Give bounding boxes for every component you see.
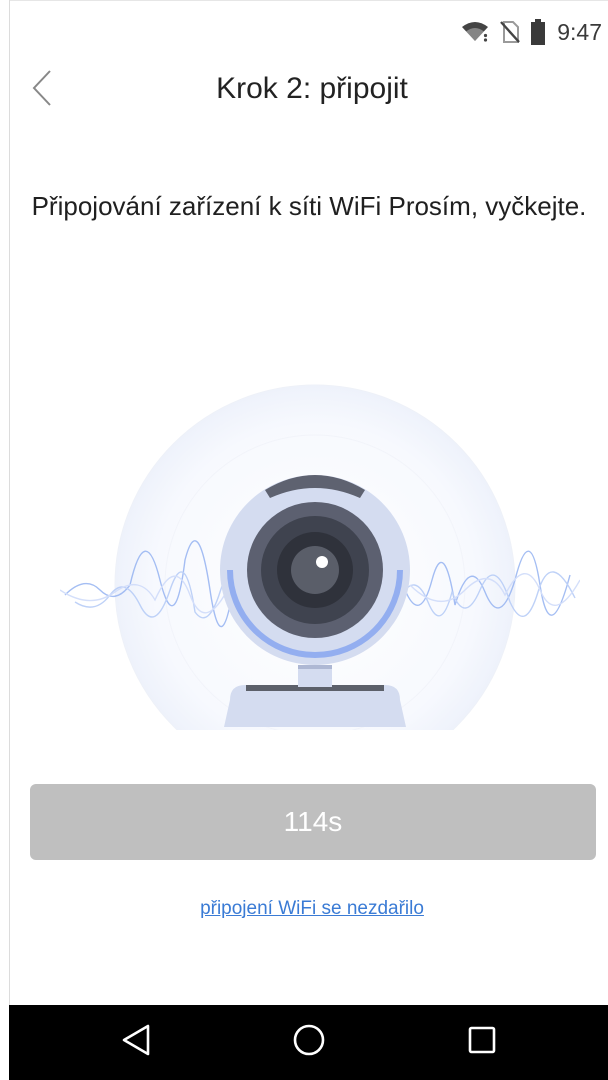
wifi-icon <box>461 21 489 43</box>
battery-icon <box>531 19 546 45</box>
countdown-button[interactable]: 114s <box>30 784 596 860</box>
webcam-illustration <box>59 380 581 786</box>
page-title: Krok 2: připojit <box>216 72 408 105</box>
frame-border-top <box>9 0 608 1</box>
no-sim-icon <box>499 20 521 44</box>
status-bar: 9:47 <box>461 10 602 54</box>
home-circle-icon <box>292 1023 326 1062</box>
webcam-icon <box>220 475 410 727</box>
system-nav-bar <box>9 1005 608 1080</box>
wifi-failed-link[interactable]: připojení WiFi se nezdařilo <box>0 898 608 920</box>
connecting-message: Připojování zařízení k síti WiFi Prosím,… <box>31 191 587 221</box>
back-triangle-icon <box>120 1023 152 1062</box>
countdown-label: 114s <box>283 806 343 837</box>
nav-home-button[interactable] <box>279 1013 339 1073</box>
status-time: 9:47 <box>557 18 602 45</box>
nav-back-button[interactable] <box>106 1013 166 1073</box>
frame-border-left <box>9 0 10 1005</box>
nav-recents-button[interactable] <box>452 1013 512 1073</box>
recents-square-icon <box>467 1025 497 1060</box>
